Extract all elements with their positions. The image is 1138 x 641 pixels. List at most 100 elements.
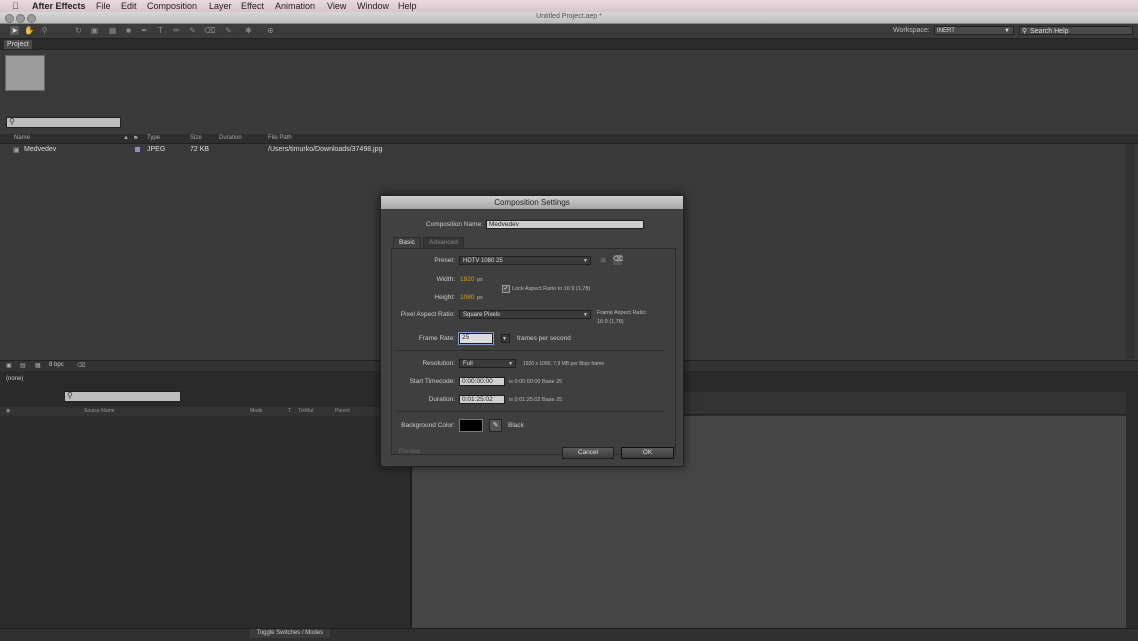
pixel-aspect-value: Square Pixels [463, 312, 501, 318]
time-ruler[interactable] [682, 392, 1126, 415]
search-help-placeholder: Search Help [1030, 28, 1069, 35]
menu-window[interactable]: Window [357, 1, 389, 11]
layer-outline-area [0, 416, 412, 628]
column-type[interactable]: Type [147, 135, 160, 141]
clone-tool-icon[interactable]: ✎ [188, 26, 197, 35]
resolution-label: Resolution: [422, 360, 455, 367]
column-file-path[interactable]: File Path [268, 135, 292, 141]
frame-rate-label: Frame Rate: [418, 335, 455, 342]
eraser-tool-icon[interactable]: ⌫ [204, 26, 215, 35]
menu-file[interactable]: File [96, 1, 111, 11]
tab-project[interactable]: Project [4, 40, 32, 49]
eyedropper-icon[interactable]: ✎ [489, 419, 502, 432]
column-size[interactable]: Size [190, 135, 202, 141]
label-color-swatch[interactable] [135, 147, 140, 152]
start-timecode-label: Start Timecode: [409, 378, 455, 385]
tab-timeline[interactable]: (none) [6, 376, 23, 382]
menu-animation[interactable]: Animation [275, 1, 315, 11]
label-column-icon[interactable]: ⚑ [133, 135, 138, 142]
pixel-aspect-dropdown[interactable]: Square Pixels ▼ [459, 310, 591, 319]
width-value[interactable]: 1920 [460, 276, 474, 283]
interpret-footage-icon[interactable]: ▣ [6, 362, 12, 369]
new-folder-icon[interactable]: ▤ [20, 362, 26, 369]
dialog-title: Composition Settings [381, 196, 683, 209]
zoom-tool-icon[interactable]: ⚲ [40, 26, 49, 35]
timeline-footer [0, 628, 1138, 641]
text-tool-icon[interactable]: T [156, 26, 165, 35]
workspace-dropdown[interactable]: INERT ▼ [934, 26, 1014, 35]
column-t[interactable]: T [288, 408, 291, 414]
bpc-toggle[interactable]: 8 bpc [49, 362, 64, 368]
timeline-search-input[interactable]: ⚲ [64, 391, 181, 402]
menu-edit[interactable]: Edit [121, 1, 137, 11]
cancel-button[interactable]: Cancel [562, 447, 614, 459]
row-file-path: /Users/timurko/Downloads/37498.jpg [268, 146, 383, 153]
menu-view[interactable]: View [327, 1, 346, 11]
mask-tool-icon[interactable]: ■ [124, 26, 133, 35]
column-duration[interactable]: Duration [219, 135, 242, 141]
column-source-name[interactable]: Source Name [84, 408, 115, 414]
brush-tool-icon[interactable]: ✏ [172, 26, 181, 35]
comp-name-input[interactable]: Medvedev [486, 220, 644, 229]
menu-effect[interactable]: Effect [241, 1, 264, 11]
preview-checkbox-label[interactable]: Preview [399, 449, 420, 455]
project-scrollbar[interactable] [1125, 144, 1135, 359]
ok-button[interactable]: OK [621, 447, 674, 459]
av-features-icon: ◉ [6, 408, 11, 414]
apple-icon[interactable]:  [12, 1, 19, 11]
frame-aspect-label: Frame Aspect Ratio: [597, 310, 647, 316]
background-color-label: Background Color: [401, 422, 455, 429]
resolution-dropdown[interactable]: Full ▼ [459, 359, 516, 368]
camera-tool-icon[interactable]: ▣ [90, 26, 99, 35]
duration-input[interactable]: 0:01:25:02 [459, 395, 505, 404]
start-timecode-info: is 0:00:00:00 Base 25 [509, 379, 563, 385]
column-mode[interactable]: Mode [250, 408, 263, 414]
pixel-aspect-label: Pixel Aspect Ratio: [400, 311, 455, 318]
search-icon: ⚲ [67, 391, 73, 400]
duration-info: is 0:01:25:02 Base 25 [509, 397, 563, 403]
toggle-switches-modes-button[interactable]: Toggle Switches / Modes [250, 629, 330, 638]
save-preset-icon[interactable]: ▣ [600, 256, 607, 264]
delete-preset-icon[interactable]: ⌫ [613, 255, 623, 265]
preset-value: HDTV 1080 25 [463, 258, 503, 264]
menu-app-name[interactable]: After Effects [32, 1, 86, 11]
roto-brush-tool-icon[interactable]: ✎ [224, 26, 233, 35]
frame-rate-input[interactable]: 25 [459, 333, 493, 344]
table-row[interactable]: ▣ Medvedev JPEG 72 KB /Users/timurko/Dow… [0, 145, 1138, 155]
rotate-tool-icon[interactable]: ↻ [74, 26, 83, 35]
chevron-down-icon: ▼ [502, 336, 507, 342]
hand-tool-icon[interactable]: ✋ [24, 26, 34, 35]
resolution-info: 1920 x 1080, 7,9 MB per 8bpc frame [523, 361, 605, 367]
menu-composition[interactable]: Composition [147, 1, 197, 11]
pan-behind-tool-icon[interactable]: ▦ [108, 26, 117, 35]
project-search-input[interactable]: ⚲ [6, 117, 121, 128]
width-label: Width: [436, 276, 455, 283]
search-icon: ⚲ [9, 117, 15, 126]
chevron-down-icon: ▼ [1004, 28, 1010, 34]
row-size: 72 KB [190, 146, 210, 153]
column-parent[interactable]: Parent [335, 408, 350, 414]
background-color-swatch[interactable] [459, 419, 483, 432]
menu-bar:  After Effects File Edit Composition La… [0, 0, 1138, 12]
frame-rate-dropdown[interactable]: ▼ [501, 334, 510, 343]
new-composition-icon[interactable]: ▦ [35, 362, 41, 369]
tab-advanced[interactable]: Advanced [423, 237, 464, 248]
tab-basic[interactable]: Basic [393, 237, 421, 248]
axis-mode-icon[interactable]: ⊕ [266, 26, 275, 35]
chevron-down-icon: ▼ [508, 361, 513, 367]
pen-tool-icon[interactable]: ✒ [140, 26, 149, 35]
puppet-tool-icon[interactable]: ✱ [244, 26, 253, 35]
menu-layer[interactable]: Layer [209, 1, 232, 11]
lock-aspect-checkbox[interactable]: ✓ [502, 285, 510, 293]
menu-help[interactable]: Help [398, 1, 417, 11]
selection-tool-icon[interactable]: ➤ [10, 26, 19, 35]
start-timecode-input[interactable]: 0:00:00:00 [459, 377, 505, 386]
column-trkmat[interactable]: TrkMat [298, 408, 313, 414]
trash-icon[interactable]: ⌫ [77, 362, 85, 369]
column-name[interactable]: Name [14, 135, 30, 141]
height-value[interactable]: 1080 [460, 294, 474, 301]
chevron-down-icon: ▼ [583, 258, 588, 264]
search-help-field[interactable]: ⚲ Search Help [1019, 26, 1133, 35]
preset-dropdown[interactable]: HDTV 1080 25 ▼ [459, 256, 591, 265]
divider [397, 350, 665, 351]
